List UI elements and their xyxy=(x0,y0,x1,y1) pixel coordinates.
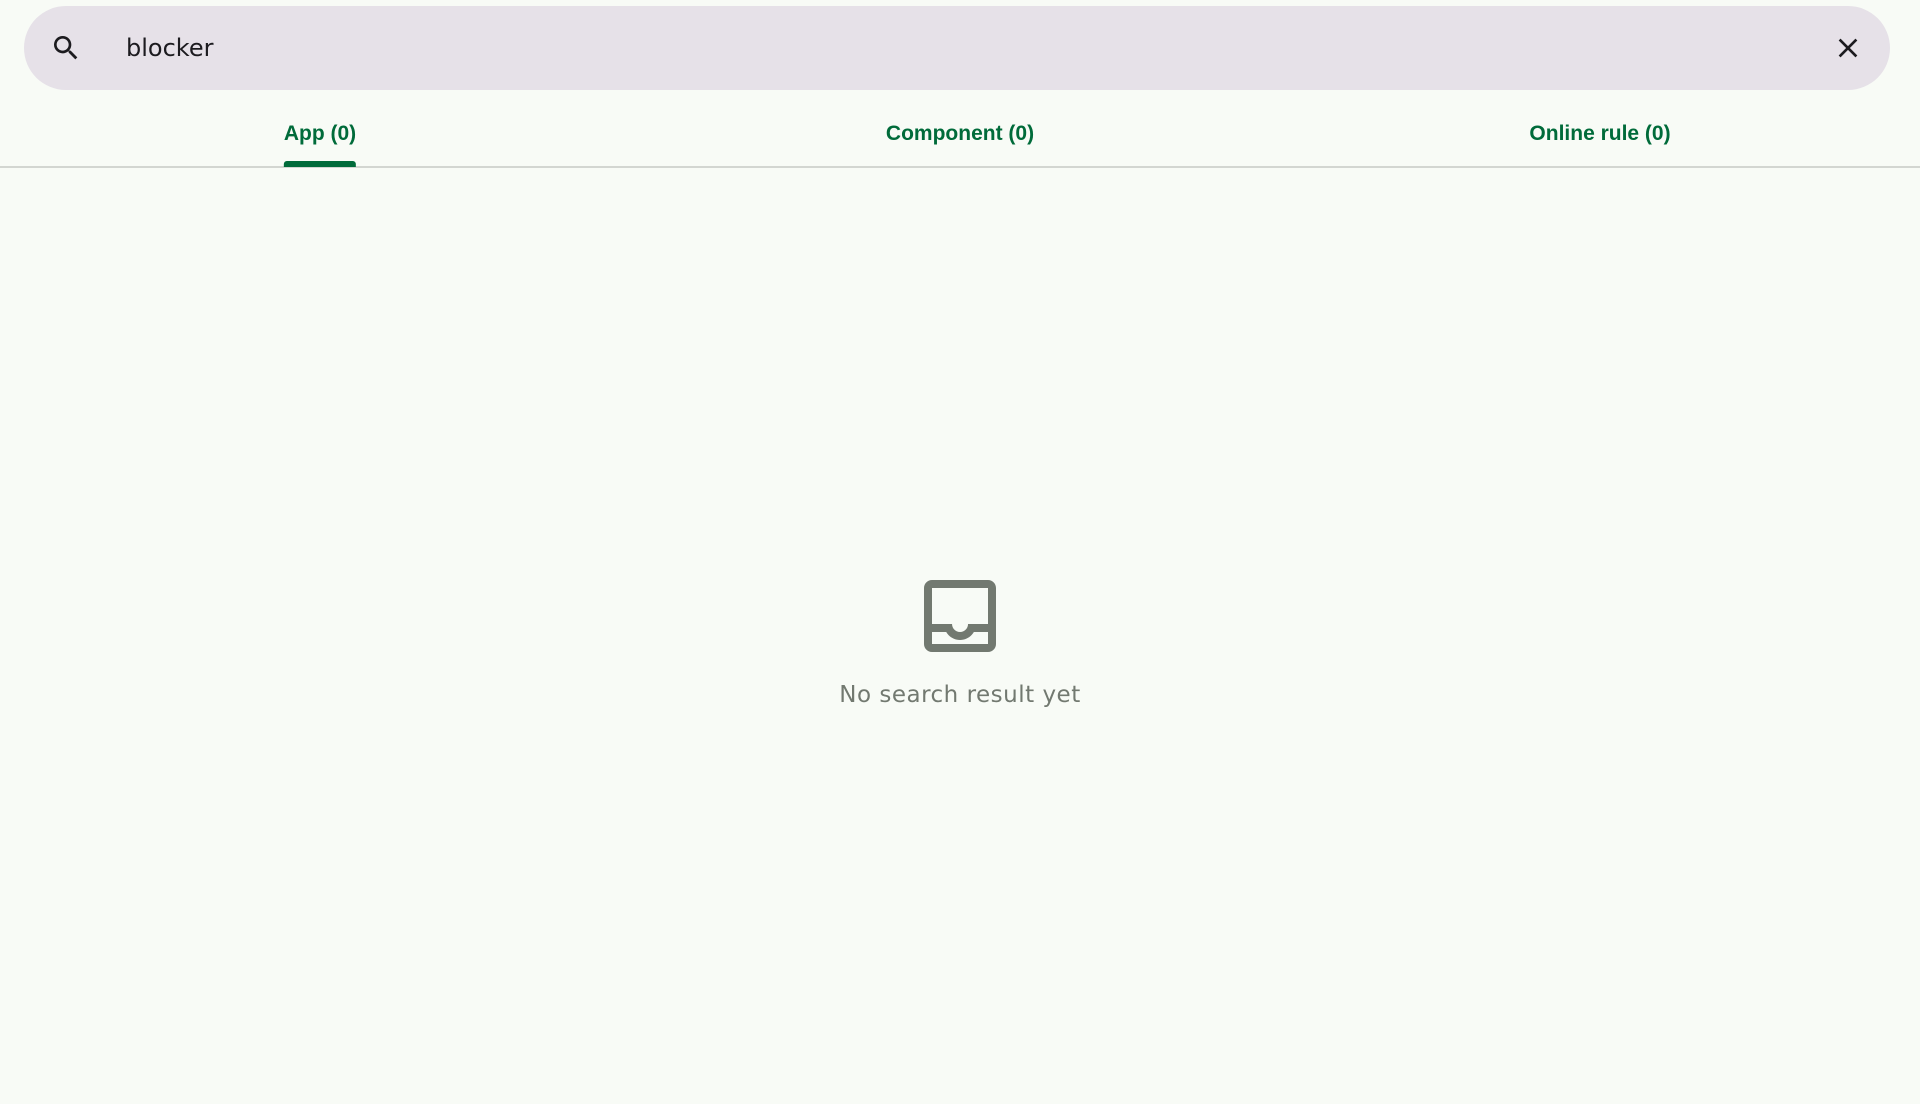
tab-online-rule-label: Online rule (0) xyxy=(1529,122,1671,145)
tab-component-label: Component (0) xyxy=(885,122,1035,145)
tab-bar: App (0) Component (0) Online rule (0) xyxy=(0,102,1920,168)
close-icon[interactable] xyxy=(1824,24,1872,72)
search-input[interactable] xyxy=(102,24,1826,72)
tab-app[interactable]: App (0) xyxy=(283,102,357,167)
inbox-icon xyxy=(924,580,996,652)
search-bar xyxy=(24,6,1890,90)
search-icon[interactable] xyxy=(42,24,90,72)
tab-online-rule[interactable]: Online rule (0) xyxy=(1529,102,1670,166)
tab-component[interactable]: Component (0) xyxy=(886,102,1034,166)
tab-app-label: App (0) xyxy=(283,122,357,145)
empty-state: No search result yet xyxy=(0,568,1920,708)
tab-active-indicator xyxy=(283,161,357,167)
empty-state-message: No search result yet xyxy=(839,682,1081,708)
